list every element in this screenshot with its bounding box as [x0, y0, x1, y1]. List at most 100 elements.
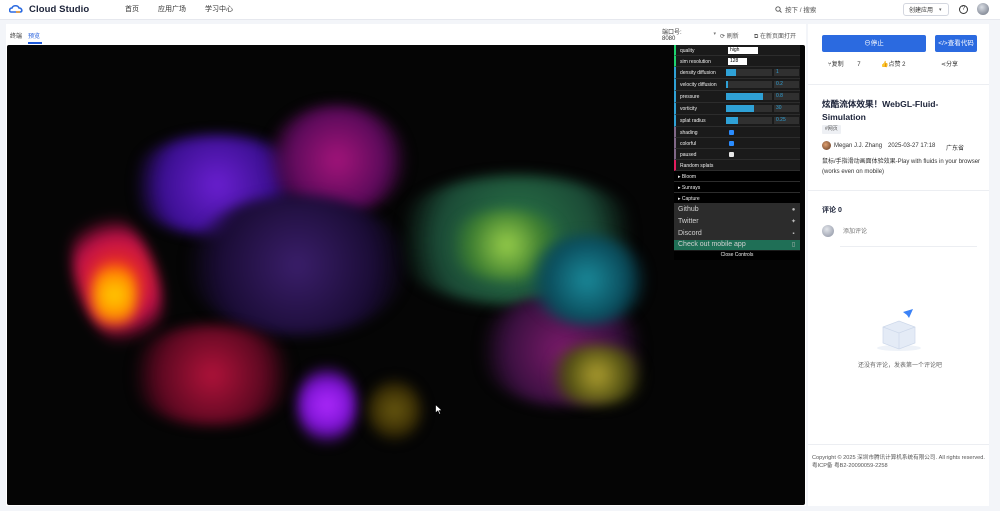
workspace-tabs: 终端 预览 端口号: 8080 ▾ ⟳ 刷新 ⧉ 在新页面打开	[6, 24, 806, 45]
tag-badge[interactable]: #网页	[822, 125, 841, 134]
checkbox[interactable]	[729, 130, 734, 135]
author-name[interactable]: Megan J.J. Zhang	[834, 143, 882, 149]
folder-bloom[interactable]: ▸ Bloom	[674, 171, 800, 182]
region: 广东省	[946, 146, 965, 152]
app-title: 炫酷流体效果！WebGL-Fluid-Simulation	[822, 99, 939, 122]
slider-track[interactable]	[726, 93, 772, 100]
nav-learning-center[interactable]: 学习中心	[205, 4, 233, 14]
divider	[808, 444, 989, 445]
like-label: 点赞	[888, 62, 901, 68]
folder-sunrays[interactable]: ▸ Sunrays	[674, 182, 800, 193]
slider-value[interactable]: 0.8	[774, 93, 799, 100]
slider-label: splat radius	[680, 118, 706, 124]
slider-row: density diffusion 1	[674, 67, 800, 79]
slider-label: pressure	[680, 94, 700, 100]
slider-fill	[726, 105, 754, 112]
create-app-button[interactable]: 创建应用 ▾	[903, 3, 949, 16]
link-twitter-label: Twitter	[678, 218, 699, 225]
slider-fill	[726, 81, 729, 88]
random-splats-row[interactable]: Random splats	[674, 160, 800, 171]
slider-track[interactable]	[726, 81, 772, 88]
slider-value[interactable]: 1	[774, 69, 799, 76]
slider-value[interactable]: 30	[774, 105, 799, 112]
sim-resolution-row: sim resolution 128	[674, 56, 800, 67]
like-button[interactable]: 👍点赞 2	[881, 59, 906, 68]
folder-capture[interactable]: ▸ Capture	[674, 193, 800, 204]
code-icon: </>	[938, 40, 948, 47]
github-icon: ●	[791, 207, 796, 213]
slider-value[interactable]: 0.2	[774, 81, 799, 88]
fluid-swirl	[92, 260, 137, 330]
share-label: 分享	[946, 62, 959, 68]
search-text: 按下 / 搜索	[785, 7, 817, 14]
chevron-down-icon: ▾	[939, 6, 942, 13]
refresh-button[interactable]: ⟳ 刷新	[720, 31, 739, 40]
like-count: 2	[902, 62, 906, 68]
link-discord-label: Discord	[678, 230, 702, 237]
logo-text: Cloud Studio	[29, 3, 90, 15]
share-button[interactable]: ⋖分享	[941, 59, 958, 68]
divider	[808, 84, 989, 85]
link-mobile-app-label: Check out mobile app	[678, 241, 746, 248]
slider-track[interactable]	[726, 105, 772, 112]
nav-app-plaza[interactable]: 应用广场	[158, 4, 186, 14]
tab-terminal[interactable]: 终端	[10, 31, 22, 40]
nav-home[interactable]: 首页	[125, 4, 139, 14]
copyright-text: Copyright © 2025 深圳市腾讯计算机系统有限公司. All rig…	[812, 455, 985, 469]
close-controls-button[interactable]: Close Controls	[674, 251, 800, 260]
author-avatar[interactable]	[822, 141, 831, 150]
fluid-preview-canvas[interactable]: quality high sim resolution 128 density …	[7, 45, 805, 505]
slider-label: vorticity	[680, 106, 697, 112]
app-detail-sidebar: ⊖停止 </>查看代码 ⑂复制 7 👍点赞 2 ⋖分享 炫酷流体效果！WebGL…	[808, 24, 989, 506]
user-avatar[interactable]	[977, 3, 989, 15]
slider-row: vorticity 30	[674, 103, 800, 115]
checkbox[interactable]	[729, 141, 734, 146]
workspace-panel: 终端 预览 端口号: 8080 ▾ ⟳ 刷新 ⧉ 在新页面打开 quality …	[6, 24, 806, 506]
checkbox[interactable]	[729, 152, 734, 157]
twitter-icon: ✦	[790, 219, 797, 225]
empty-box-icon	[877, 309, 921, 351]
sim-resolution-select[interactable]: 128	[728, 58, 747, 65]
quality-label: quality	[680, 48, 695, 54]
controls-panel: quality high sim resolution 128 density …	[674, 45, 800, 260]
slider-label: velocity diffusion	[680, 82, 717, 88]
port-select[interactable]: 端口号: 8080 ▾	[658, 28, 716, 42]
folder-capture-label: ▸ Capture	[678, 196, 700, 202]
fluid-swirl	[297, 365, 357, 445]
divider	[808, 190, 989, 191]
quality-row: quality high	[674, 45, 800, 56]
app-description: 鼠标/手指滑动画面体验效果-Play with fluids in your b…	[822, 159, 981, 175]
slider-track[interactable]	[726, 117, 772, 124]
port-label: 端口号: 8080	[662, 29, 682, 42]
stop-button[interactable]: ⊖停止	[822, 35, 926, 52]
link-mobile-app[interactable]: Check out mobile app ▯	[674, 240, 800, 251]
fluid-swirl	[547, 345, 647, 405]
open-new-page-button[interactable]: ⧉ 在新页面打开	[754, 31, 796, 41]
discord-icon: ▪	[792, 231, 795, 237]
copy-count: 7	[857, 62, 861, 68]
chevron-down-icon: ▾	[713, 31, 716, 37]
view-code-button[interactable]: </>查看代码	[935, 35, 977, 52]
link-github-label: Github	[678, 206, 699, 213]
slider-value[interactable]: 0.25	[774, 117, 799, 124]
tab-preview[interactable]: 预览	[28, 31, 40, 40]
copy-button[interactable]: ⑂复制 7	[828, 59, 861, 68]
comment-input[interactable]	[843, 227, 963, 237]
checkbox-row: colorful	[674, 138, 800, 149]
folder-bloom-label: ▸ Bloom	[678, 174, 697, 180]
quality-select[interactable]: high	[728, 47, 758, 54]
slider-track[interactable]	[726, 69, 772, 76]
search-icon	[775, 5, 782, 13]
slider-fill	[726, 69, 737, 76]
top-bar: Cloud Studio 首页 应用广场 学习中心 按下 / 搜索 创建应用 ▾…	[0, 0, 1000, 20]
empty-comments-text: 还没有评论，发表第一个评论吧	[858, 363, 943, 369]
publish-date: 2025-03-27 17:18	[888, 143, 936, 149]
refresh-icon: ⟳	[720, 34, 726, 40]
active-tab-indicator	[28, 42, 42, 44]
copy-label: 复制	[831, 62, 844, 68]
search-box[interactable]: 按下 / 搜索	[775, 4, 816, 14]
help-icon[interactable]: ?	[959, 5, 968, 14]
comment-input-underline	[840, 246, 977, 247]
logo[interactable]: Cloud Studio	[9, 2, 89, 16]
checkbox-row: shading	[674, 127, 800, 138]
